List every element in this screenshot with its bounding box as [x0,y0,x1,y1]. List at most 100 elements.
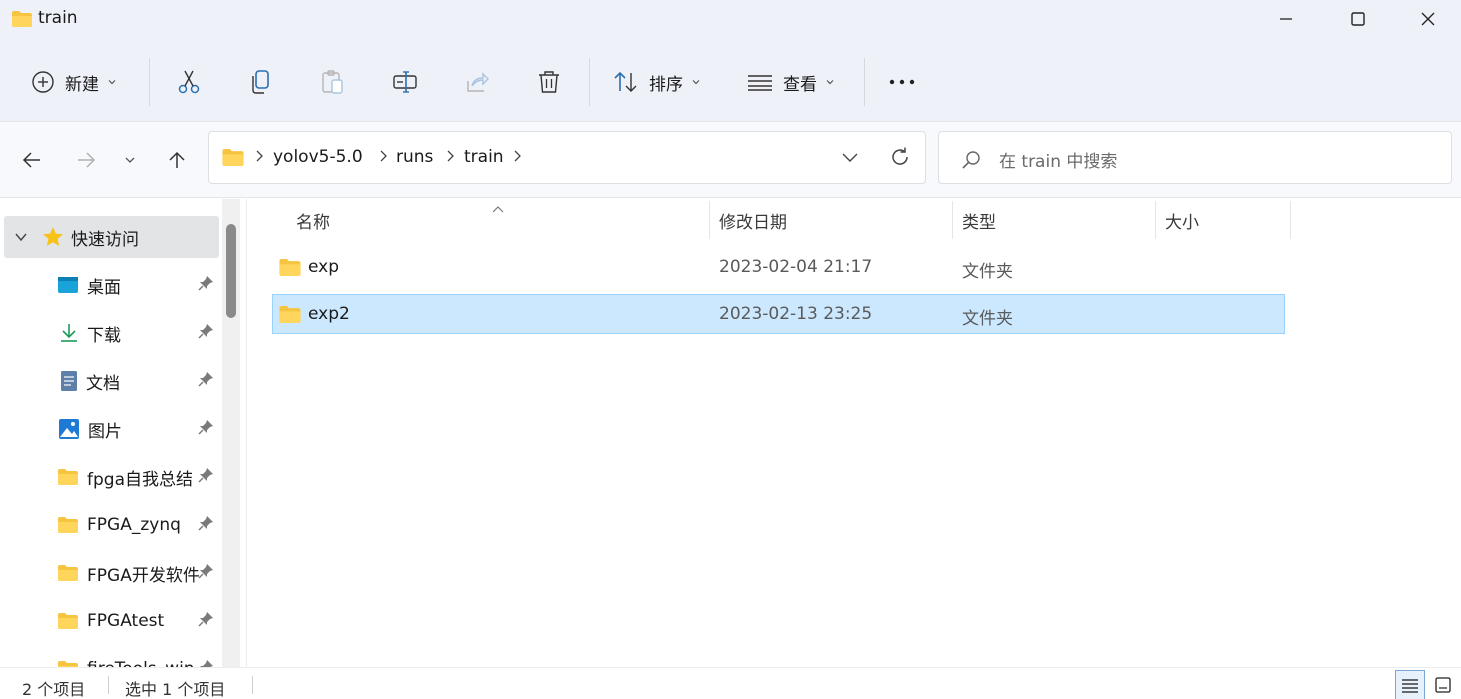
search-input[interactable]: 在 train 中搜索 [938,131,1452,184]
chevron-down-icon [826,80,834,85]
breadcrumb-item[interactable]: train [464,147,504,167]
file-row[interactable]: exp 2023-02-04 21:17 文件夹 [272,248,1285,288]
column-header-size[interactable]: 大小 [1165,199,1199,239]
column-header-name[interactable]: 名称 [296,199,330,239]
column-header-type[interactable]: 类型 [962,199,996,239]
file-name: exp2 [308,304,350,324]
sidebar-item-folder[interactable]: FPGAtest [0,600,220,642]
sidebar-item-folder[interactable]: fpga自我总结 [0,456,220,498]
folder-icon [58,565,78,581]
status-bar: 2 个项目 选中 1 个项目 [0,667,1461,699]
column-divider[interactable] [1290,201,1291,239]
more-button[interactable] [888,62,916,102]
details-view-icon [1402,679,1418,693]
list-view-icon [748,75,772,91]
sidebar-item-desktop[interactable]: 桌面 [0,264,220,306]
chevron-right-icon [378,149,388,167]
details-view-button[interactable] [1395,670,1425,699]
chevron-down-icon [842,153,858,162]
minimize-icon [1280,18,1292,20]
back-button[interactable] [16,144,48,176]
sort-icon [614,71,637,92]
cut-button[interactable] [176,62,202,102]
pin-icon [198,659,214,667]
file-row-selected[interactable]: exp2 2023-02-13 23:25 文件夹 [272,294,1285,334]
toolbar-separator [864,58,865,106]
pin-icon [198,611,214,631]
minimize-button[interactable] [1251,0,1321,38]
maximize-button[interactable] [1323,0,1393,38]
sidebar-item-label: 桌面 [87,277,121,298]
sort-button[interactable]: 排序 [613,62,701,102]
view-button[interactable]: 查看 [747,62,835,102]
trash-icon [539,71,559,93]
status-separator [108,676,109,694]
sidebar-item-pictures[interactable]: 图片 [0,408,220,450]
sidebar-item-label: fpga自我总结 [87,469,193,490]
status-separator [252,676,253,694]
file-modified: 2023-02-04 21:17 [719,257,873,277]
search-icon [961,150,981,174]
refresh-icon [892,147,908,165]
address-row: yolov5-5.0 runs train 在 train 中搜索 [0,122,1461,198]
folder-icon [221,148,245,171]
share-button[interactable] [464,62,490,102]
download-icon [61,324,77,342]
sidebar-item-folder[interactable]: fireTools_win [0,648,220,667]
delete-button[interactable] [536,62,562,102]
folder-icon [58,661,78,667]
paste-icon [322,70,343,94]
pin-icon [198,323,214,343]
column-divider[interactable] [1155,201,1156,239]
column-divider[interactable] [952,201,953,239]
up-button[interactable] [161,144,193,176]
recent-locations-button[interactable] [114,144,146,176]
rename-button[interactable] [392,62,418,102]
sidebar-item-documents[interactable]: 文档 [0,360,220,402]
file-list: 名称 修改日期 类型 大小 exp 2023-02-04 21:17 文件夹 e… [247,199,1461,667]
pictures-icon [59,419,79,439]
sidebar-item-label: FPGA开发软件 [87,565,199,586]
column-header-modified[interactable]: 修改日期 [719,199,787,239]
command-bar: 新建 排序 查看 [0,40,1461,122]
navigation-pane: 快速访问 桌面 下载 文档 图片 fpga自我总结 FPGA_zynq FPGA… [0,199,246,667]
refresh-button[interactable] [889,146,911,172]
window-title: train [38,8,78,28]
chevron-down-icon [125,157,135,163]
paste-button[interactable] [320,62,346,102]
sidebar-item-folder[interactable]: FPGA_zynq [0,504,220,546]
desktop-icon [58,277,78,293]
title-bar: train [0,0,1461,40]
search-placeholder: 在 train 中搜索 [999,152,1118,172]
sidebar-item-folder[interactable]: FPGA开发软件 [0,552,220,594]
chevron-down-icon [692,80,700,85]
arrow-left-icon [22,152,40,168]
forward-button[interactable] [70,144,102,176]
pin-icon [198,419,214,439]
pin-icon [198,275,214,295]
sidebar-item-label: 快速访问 [71,229,139,250]
folder-icon [279,259,301,276]
breadcrumb-item[interactable]: runs [396,147,433,167]
toolbar-separator [149,58,150,106]
sidebar-item-label: 文档 [86,373,120,394]
chevron-right-icon [512,149,522,167]
scissors-icon [178,70,200,94]
chevron-down-icon [108,80,116,85]
new-button[interactable]: 新建 [31,62,117,102]
breadcrumb-item[interactable]: yolov5-5.0 [273,147,363,167]
close-button[interactable] [1393,0,1461,38]
chevron-down-icon [15,233,27,242]
address-bar[interactable]: yolov5-5.0 runs train [208,131,926,184]
sidebar-item-label: FPGAtest [87,611,165,631]
sidebar-scrollbar-thumb[interactable] [226,224,236,318]
file-type: 文件夹 [962,309,1013,329]
sidebar-item-downloads[interactable]: 下载 [0,312,220,354]
column-divider[interactable] [709,201,710,239]
copy-icon [252,70,269,94]
address-dropdown-button[interactable] [841,150,859,168]
copy-button[interactable] [248,62,274,102]
sidebar-item-quick-access[interactable]: 快速访问 [4,216,219,258]
tiles-view-button[interactable] [1428,670,1458,699]
sort-label: 排序 [649,74,683,95]
